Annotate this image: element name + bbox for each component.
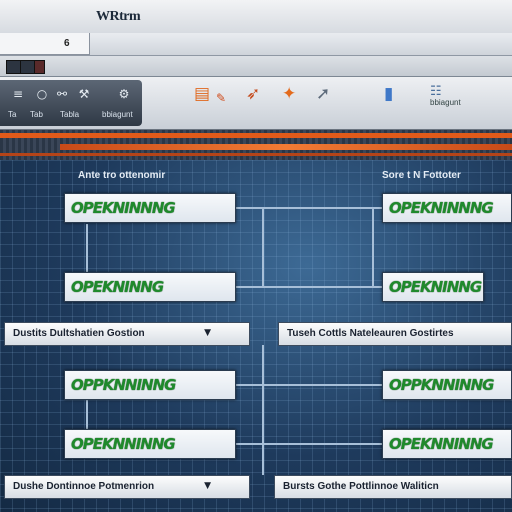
node-left-3[interactable]: OPPKNNINNG — [64, 370, 236, 400]
connector — [236, 207, 382, 209]
cursor-icon[interactable]: ➚ — [316, 84, 330, 104]
banner-stripe — [60, 144, 512, 150]
dropdown-left-bottom[interactable]: Dushe Dontinnoe Potmenrion ▼ — [4, 475, 250, 499]
folder-icon[interactable]: ▤ — [194, 84, 210, 104]
tab-main[interactable] — [0, 33, 90, 55]
tools-icon[interactable]: ⚒ — [78, 88, 90, 100]
connector — [86, 224, 88, 274]
node-label: OPEKNINNNG — [71, 199, 176, 217]
toolbar-right-label: bbiagunt — [430, 98, 461, 107]
node-right-4[interactable]: OPEKNNINNG — [382, 429, 512, 459]
dropdown-left-mid[interactable]: Dustits Dultshatien Gostion ▼ — [4, 322, 250, 346]
nav-label-1: Ta — [8, 110, 17, 119]
icon-strip — [0, 56, 512, 77]
connector — [236, 286, 382, 288]
dropdown-label: Tuseh Cottls Nateleauren Gostirtes — [287, 328, 454, 339]
dropdown-right-bottom[interactable]: Bursts Gothe Pottlinnoe Waliticn — [274, 475, 512, 499]
dropdown-right-mid[interactable]: Tuseh Cottls Nateleauren Gostirtes — [278, 322, 512, 346]
nav-label-2: Tab — [30, 110, 43, 119]
node-label: OPEKNINNNG — [389, 199, 494, 217]
node-label: OPEKNINNG — [389, 278, 482, 296]
node-left-2[interactable]: OPEKNINNG — [64, 272, 236, 302]
document-icon[interactable]: ▮ — [384, 84, 393, 104]
gear-icon[interactable]: ⚙ — [118, 88, 130, 100]
node-left-4[interactable]: OPEKNNINNG — [64, 429, 236, 459]
node-label: OPPKNNINNG — [389, 376, 494, 394]
node-label: OPEKNINNG — [71, 278, 164, 296]
chevron-down-icon: ▼ — [204, 481, 211, 491]
banner-stripe — [0, 153, 512, 156]
circle-icon[interactable]: ○ — [36, 88, 48, 100]
window-title: WRtrm — [96, 9, 141, 24]
node-label: OPEKNNINNG — [71, 435, 176, 453]
pencil-icon[interactable]: ✎ — [216, 88, 226, 108]
dropdown-label: Dustits Dultshatien Gostion — [13, 328, 145, 339]
star-icon[interactable]: ✦ — [282, 84, 296, 104]
node-label: OPEKNNINNG — [389, 435, 494, 453]
left-column-header: Ante tro ottenomir — [78, 170, 166, 181]
chevron-down-icon: ▼ — [204, 328, 211, 338]
mini-window-icon[interactable] — [6, 60, 21, 74]
node-label: OPPKNNINNG — [71, 376, 176, 394]
node-right-1[interactable]: OPEKNINNNG — [382, 193, 512, 223]
bird-icon[interactable]: ➶ — [246, 84, 260, 104]
banner-stripe — [0, 133, 512, 138]
right-column-header: Sore t N Fottoter — [382, 170, 461, 181]
node-right-3[interactable]: OPPKNNINNG — [382, 370, 512, 400]
node-right-2[interactable]: OPEKNINNG — [382, 272, 484, 302]
connector — [236, 443, 382, 445]
dropdown-label: Dushe Dontinnoe Potmenrion — [13, 481, 155, 492]
title-bar — [0, 0, 512, 34]
node-left-1[interactable]: OPEKNINNNG — [64, 193, 236, 223]
tab-label: 6 — [64, 38, 70, 49]
connector — [372, 207, 374, 287]
nav-label-4: bbiagunt — [102, 110, 133, 119]
nav-label-3: Tabla — [60, 110, 80, 119]
dropdown-label: Bursts Gothe Pottlinnoe Waliticn — [283, 481, 439, 492]
link-icon[interactable]: ⚯ — [56, 88, 68, 100]
connector — [262, 207, 264, 287]
connector — [86, 400, 88, 430]
mini-close-icon[interactable] — [34, 60, 45, 74]
menu-icon[interactable]: ≡ — [12, 88, 24, 100]
mini-window-icon[interactable] — [20, 60, 35, 74]
connector — [236, 384, 382, 386]
connector — [262, 345, 264, 475]
